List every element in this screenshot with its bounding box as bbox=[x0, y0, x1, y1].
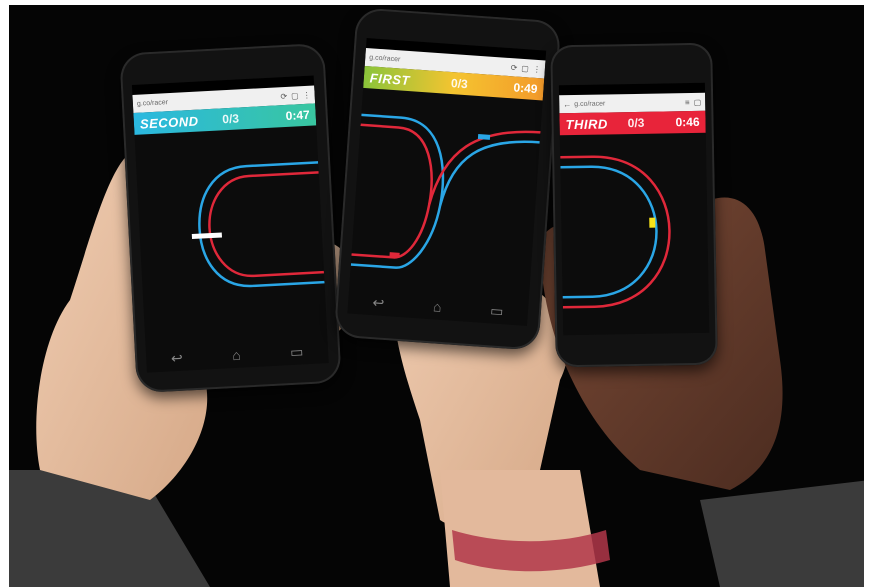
race-timer: 0:49 bbox=[513, 80, 538, 97]
car-marker bbox=[649, 217, 656, 228]
back-icon[interactable]: ← bbox=[563, 100, 571, 109]
tabs-icon[interactable]: ▢ bbox=[694, 97, 702, 106]
recent-apps-icon[interactable]: ▭ bbox=[290, 343, 304, 361]
home-icon[interactable]: ⌂ bbox=[232, 347, 241, 363]
race-track bbox=[350, 113, 541, 269]
race-track bbox=[560, 155, 671, 309]
car-marker bbox=[191, 232, 223, 240]
refresh-icon[interactable]: ⟳ bbox=[280, 91, 287, 100]
race-position: THIRD bbox=[565, 115, 608, 132]
phone-right-screen: ← g.co/racer ≡ ▢ THIRD 0/3 0:46 bbox=[558, 82, 710, 336]
phone-center-screen: g.co/racer ⟳ ▢ ⋮ FIRST 0/3 0:49 ↩ ⌂ ▭ bbox=[347, 38, 547, 326]
tabs-icon[interactable]: ▢ bbox=[521, 63, 529, 73]
car-marker bbox=[477, 134, 491, 140]
android-nav-bar: ↩ ⌂ ▭ bbox=[146, 337, 329, 372]
phone-left-screen: g.co/racer ⟳ ▢ ⋮ SECOND 0/3 0:47 ↩ ⌂ ▭ bbox=[131, 75, 329, 373]
phone-left: g.co/racer ⟳ ▢ ⋮ SECOND 0/3 0:47 ↩ ⌂ ▭ bbox=[119, 42, 342, 394]
back-icon[interactable]: ↩ bbox=[171, 349, 184, 367]
url-text: g.co/racer bbox=[574, 99, 606, 108]
race-track bbox=[191, 161, 325, 288]
lap-counter: 0/3 bbox=[450, 76, 469, 92]
right-sleeve bbox=[700, 480, 870, 587]
menu-icon[interactable]: ⋮ bbox=[302, 90, 310, 99]
race-position: FIRST bbox=[369, 69, 411, 88]
race-status-bar: THIRD 0/3 0:46 bbox=[559, 110, 706, 136]
menu-icon[interactable]: ⋮ bbox=[533, 64, 542, 74]
race-position: SECOND bbox=[139, 113, 199, 132]
refresh-icon[interactable]: ⟳ bbox=[510, 63, 517, 72]
phone-right: ← g.co/racer ≡ ▢ THIRD 0/3 0:46 bbox=[550, 42, 718, 368]
race-timer: 0:46 bbox=[675, 114, 700, 130]
home-icon[interactable]: ⌂ bbox=[433, 298, 443, 315]
photo-scene: g.co/racer ⟳ ▢ ⋮ SECOND 0/3 0:47 ↩ ⌂ ▭ g… bbox=[0, 0, 870, 587]
lap-counter: 0/3 bbox=[221, 111, 240, 127]
car-marker bbox=[389, 252, 400, 258]
back-icon[interactable]: ↩ bbox=[372, 294, 385, 312]
phone-center: g.co/racer ⟳ ▢ ⋮ FIRST 0/3 0:49 ↩ ⌂ ▭ bbox=[333, 7, 562, 351]
tabs-icon[interactable]: ▢ bbox=[291, 91, 299, 100]
menu-icon[interactable]: ≡ bbox=[685, 98, 690, 107]
race-timer: 0:47 bbox=[285, 107, 311, 123]
lap-counter: 0/3 bbox=[627, 115, 645, 131]
recent-apps-icon[interactable]: ▭ bbox=[490, 302, 504, 320]
url-text: g.co/racer bbox=[136, 98, 169, 108]
